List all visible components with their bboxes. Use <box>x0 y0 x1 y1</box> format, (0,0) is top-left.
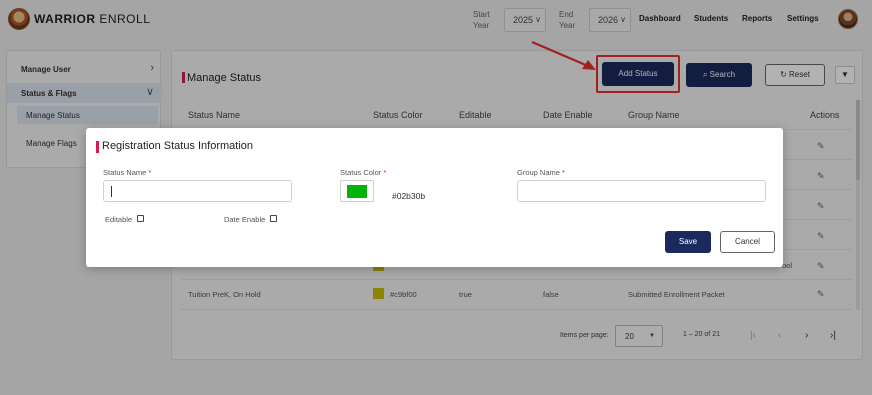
group-name-input[interactable] <box>517 180 766 202</box>
dialog-title: Registration Status Information <box>102 140 254 152</box>
status-color-picker[interactable] <box>340 180 374 202</box>
date-enable-label: Date Enable <box>224 215 266 224</box>
text-cursor <box>111 186 112 197</box>
status-name-label: Status Name * <box>103 168 152 177</box>
registration-status-dialog: Registration Status Information Status N… <box>86 128 783 267</box>
status-name-input[interactable] <box>103 180 292 202</box>
date-enable-checkbox[interactable] <box>270 215 277 222</box>
group-name-label: Group Name * <box>517 168 565 177</box>
editable-label: Editable <box>105 215 133 224</box>
color-preview-swatch <box>347 185 367 198</box>
editable-checkbox[interactable] <box>137 215 144 222</box>
status-color-hex: #02b30b <box>392 191 426 201</box>
status-color-label: Status Color * <box>340 168 387 177</box>
title-accent-bar <box>96 141 99 153</box>
save-button[interactable]: Save <box>665 231 711 253</box>
cancel-button[interactable]: Cancel <box>720 231 775 253</box>
